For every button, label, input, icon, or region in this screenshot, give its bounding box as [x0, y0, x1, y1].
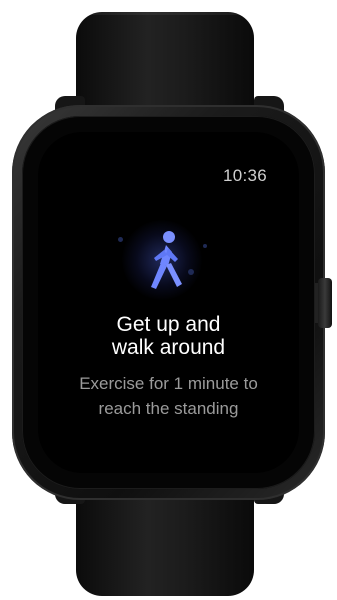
watch-strap-bottom — [76, 486, 254, 596]
reminder-subtitle-line-1: Exercise for 1 minute to — [79, 374, 258, 393]
decor-dot — [188, 269, 194, 275]
status-time: 10:36 — [222, 166, 267, 185]
reminder-title-line-1: Get up and — [116, 313, 221, 336]
decor-dot — [203, 244, 207, 248]
reminder-title-line-2: walk around — [111, 336, 226, 359]
decor-dot — [118, 237, 123, 242]
side-button[interactable] — [318, 278, 332, 328]
walking-person-icon — [151, 231, 182, 289]
reminder-subtitle-line-2: reach the standing — [98, 399, 239, 418]
smartwatch-device: 10:36 Get up and walk around Exercise fo… — [0, 0, 337, 600]
watch-screen[interactable]: 10:36 Get up and walk around Exercise fo… — [38, 132, 299, 473]
